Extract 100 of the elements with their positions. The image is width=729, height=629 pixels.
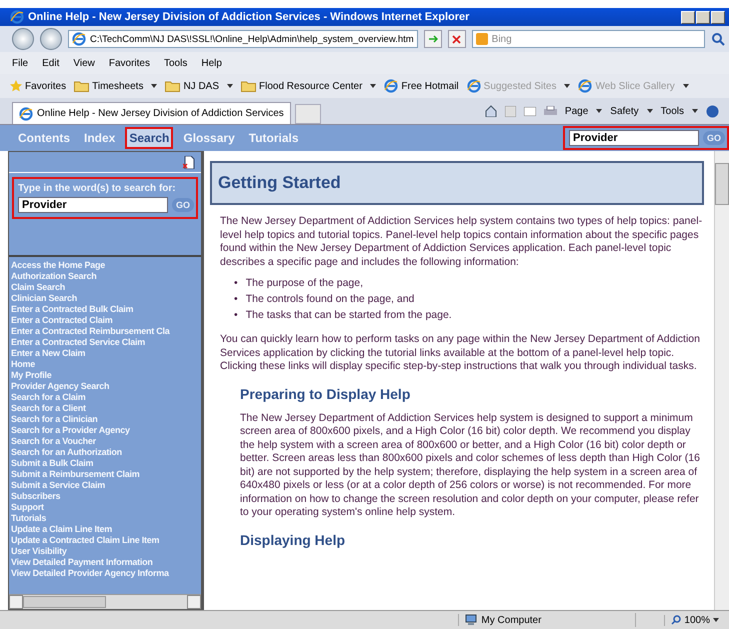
printer-icon[interactable] bbox=[544, 106, 557, 116]
help-tab[interactable]: Search bbox=[125, 127, 174, 149]
folder-icon bbox=[165, 80, 180, 92]
result-link[interactable]: Search for a Claim bbox=[11, 392, 199, 403]
result-link[interactable]: Enter a Contracted Bulk Claim bbox=[11, 304, 199, 315]
result-link[interactable]: Subscribers bbox=[11, 491, 199, 502]
folder-icon bbox=[74, 80, 90, 92]
back-button[interactable] bbox=[12, 28, 34, 50]
menu-item[interactable]: View bbox=[73, 58, 95, 68]
command-menu[interactable]: Safety bbox=[610, 106, 639, 116]
vertical-scrollbar[interactable] bbox=[714, 151, 729, 610]
result-link[interactable]: Submit a Bulk Claim bbox=[11, 458, 199, 469]
zoom-icon bbox=[671, 615, 682, 625]
menu-item[interactable]: File bbox=[12, 58, 28, 68]
result-link[interactable]: Enter a Contracted Claim bbox=[11, 315, 199, 326]
intro-paragraph: The New Jersey Department of Addiction Services help system contains two types of help topics: panel-level help topics and tutorial topics. Panel-level help topics contain information about the specific pages found within the New Jersey Department of Addiction Services application. Each panel-level topic describes a specific page and includes the following information: bbox=[220, 215, 704, 269]
caret-icon bbox=[227, 84, 234, 88]
bullet-marker: • bbox=[234, 292, 238, 307]
result-link[interactable]: Claim Search bbox=[11, 282, 199, 293]
body-paragraph: The New Jersey Department of Addiction Services help system is designed to support a minimum screen area of 800x600 pixels, and a High Color (16 bit) color depth. We recommend you display the help system with a screen area of 800x600 or better, and a High Color (16 bit) color depth or better. Screen areas less than 800x600 pixels and color schemes of less depth than High Color (16 bit) are not supported by the help system; therefore, displaying the help system in a screen area of 640x480 pixels or less (or at a color depth of 256 colors or worse) is not recommended. For more information on how to change the screen resolution and color depth on your computer, please refer to your operating system's online help system. bbox=[240, 412, 701, 520]
page-icon bbox=[384, 79, 398, 93]
result-link[interactable]: Enter a Contracted Service Claim bbox=[11, 337, 199, 348]
result-link[interactable]: Search for a Provider Agency bbox=[11, 425, 199, 436]
result-link[interactable]: Search for an Authorization bbox=[11, 447, 199, 458]
result-link[interactable]: Search for a Client bbox=[11, 403, 199, 414]
page-icon bbox=[466, 79, 481, 93]
favorites-link[interactable]: Timesheets bbox=[74, 80, 144, 92]
favorites-button[interactable]: Favorites bbox=[10, 80, 66, 92]
caret-icon bbox=[646, 109, 653, 113]
result-link[interactable]: Update a Claim Line Item bbox=[11, 524, 199, 535]
minimize-button[interactable] bbox=[681, 10, 695, 24]
result-link[interactable]: My Profile bbox=[11, 370, 199, 381]
result-link[interactable]: Enter a Contracted Reimbursement Cla bbox=[11, 326, 199, 337]
menu-item[interactable]: Edit bbox=[42, 58, 60, 68]
section-heading: Preparing to Display Help bbox=[240, 386, 412, 402]
page-title: Getting Started bbox=[210, 161, 704, 205]
window-title: Online Help - New Jersey Division of Addiction Services - Windows Internet Explorer bbox=[28, 11, 470, 23]
maximize-button[interactable] bbox=[696, 10, 710, 24]
ie-icon bbox=[72, 32, 86, 46]
favorites-link[interactable]: NJ DAS bbox=[165, 80, 220, 92]
computer-icon bbox=[465, 614, 478, 626]
result-link[interactable]: Submit a Service Claim bbox=[11, 480, 199, 491]
command-menu[interactable]: Page bbox=[564, 106, 588, 116]
browser-tab[interactable]: Online Help - New Jersey Division of Addiction Services bbox=[12, 102, 291, 124]
result-link[interactable]: User Visibility bbox=[11, 546, 199, 557]
favorites-link[interactable]: Flood Resource Center bbox=[241, 80, 362, 92]
document-icon[interactable] bbox=[183, 156, 195, 168]
favorites-link[interactable]: Free Hotmail bbox=[384, 79, 459, 93]
go-button[interactable]: GO bbox=[172, 198, 194, 212]
search-icon[interactable] bbox=[711, 32, 725, 46]
result-link[interactable]: Submit a Reimbursement Claim bbox=[11, 469, 199, 480]
result-link[interactable]: Search for a Clinician bbox=[11, 414, 199, 425]
new-tab-button[interactable] bbox=[294, 104, 321, 124]
result-link[interactable]: Enter a New Claim bbox=[11, 348, 199, 359]
help-tab[interactable]: Contents bbox=[14, 127, 74, 149]
bullet-item: The tasks that can be started from the page. bbox=[246, 308, 452, 323]
help-tab[interactable]: Tutorials bbox=[244, 127, 303, 149]
command-menu[interactable]: Tools bbox=[660, 106, 684, 116]
help-tab[interactable]: Index bbox=[80, 127, 120, 149]
search-engine-icon bbox=[476, 33, 488, 45]
result-link[interactable]: Tutorials bbox=[11, 513, 199, 524]
caret-icon bbox=[692, 109, 698, 113]
menu-item[interactable]: Help bbox=[201, 58, 222, 68]
caret-icon bbox=[151, 84, 158, 88]
result-link[interactable]: Authorization Search bbox=[11, 271, 199, 282]
refresh-button[interactable] bbox=[424, 30, 442, 48]
help-tab[interactable]: Glossary bbox=[179, 127, 239, 149]
caret-icon bbox=[682, 84, 689, 88]
search-field[interactable]: Provider bbox=[568, 130, 699, 146]
horizontal-scrollbar[interactable] bbox=[9, 594, 201, 609]
address-field[interactable]: C:\TechComm\NJ DAS\!SSL!\Online_Help\Admin\help_system_overview.htm bbox=[68, 30, 418, 48]
bullet-item: The controls found on the page, and bbox=[246, 292, 414, 307]
star-icon bbox=[10, 80, 22, 92]
ie-icon bbox=[19, 106, 33, 120]
result-link[interactable]: View Detailed Payment Information bbox=[11, 557, 199, 568]
caret-icon bbox=[596, 109, 602, 113]
result-link[interactable]: Support bbox=[11, 502, 199, 513]
folder-icon bbox=[241, 80, 256, 92]
stop-button[interactable] bbox=[448, 30, 466, 48]
zoom-control[interactable]: 100% bbox=[664, 614, 729, 626]
close-button[interactable] bbox=[711, 10, 725, 24]
bullet-item: The purpose of the page, bbox=[246, 276, 364, 291]
search-field[interactable]: Bing bbox=[472, 30, 705, 48]
search-label: Type in the word(s) to search for: bbox=[18, 183, 177, 194]
result-link[interactable]: View Detailed Provider Agency Informa bbox=[11, 568, 199, 579]
go-button[interactable]: GO bbox=[702, 131, 725, 145]
close-icon bbox=[452, 34, 462, 44]
result-link[interactable]: Clinician Search bbox=[11, 293, 199, 304]
bullet-marker: • bbox=[234, 276, 238, 291]
search-field[interactable]: Provider bbox=[18, 197, 168, 213]
result-link[interactable]: Provider Agency Search bbox=[11, 381, 199, 392]
caret-icon bbox=[564, 84, 570, 88]
result-link[interactable]: Home bbox=[11, 359, 199, 370]
forward-button[interactable] bbox=[40, 28, 62, 50]
result-link[interactable]: Search for a Voucher bbox=[11, 436, 199, 447]
menu-item[interactable]: Tools bbox=[164, 58, 188, 68]
result-link[interactable]: Update a Contracted Claim Line Item bbox=[11, 535, 199, 546]
result-link[interactable]: Access the Home Page bbox=[11, 260, 199, 271]
home-icon[interactable] bbox=[484, 105, 497, 117]
menu-item[interactable]: Favorites bbox=[108, 58, 150, 68]
